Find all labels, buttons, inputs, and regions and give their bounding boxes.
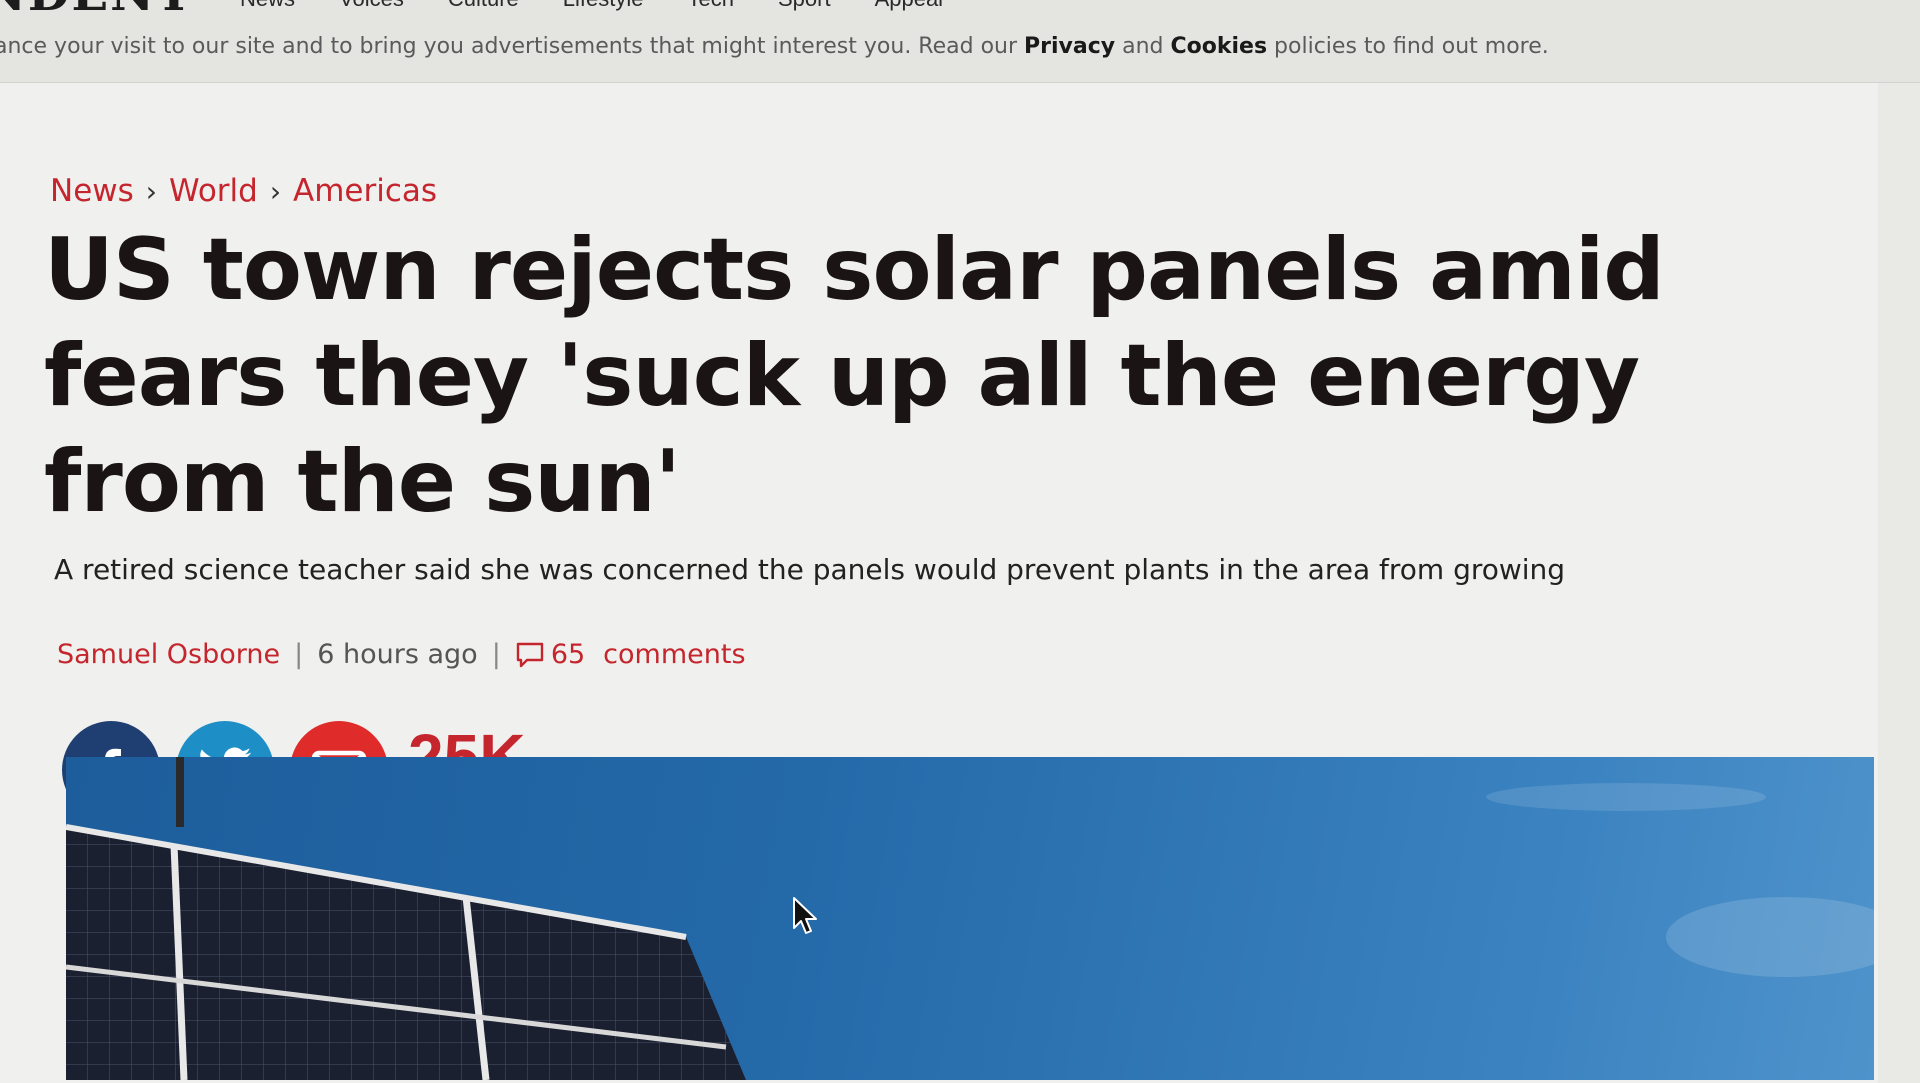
byline-separator: |: [491, 639, 501, 670]
nav-item-voices[interactable]: Voices: [339, 0, 404, 12]
byline-separator: |: [294, 639, 304, 670]
article-headline: US town rejects solar panels amid fears …: [44, 220, 1665, 532]
cookie-notice-end: policies to find out more.: [1267, 34, 1549, 59]
site-logo[interactable]: NDENT: [0, 0, 194, 22]
article-hero-image: [66, 757, 1874, 1080]
main-nav: News Voices Culture Lifestyle Tech Sport…: [240, 0, 943, 12]
comments-link[interactable]: 65 comments: [515, 639, 746, 670]
breadcrumb-americas[interactable]: Americas: [293, 173, 437, 209]
site-header: NDENT News Voices Culture Lifestyle Tech…: [0, 0, 1920, 83]
breadcrumb-news[interactable]: News: [50, 173, 134, 209]
article-standfirst: A retired science teacher said she was c…: [54, 553, 1566, 586]
breadcrumb-separator: ›: [269, 174, 282, 208]
breadcrumb-separator: ›: [145, 174, 157, 208]
nav-item-tech[interactable]: Tech: [687, 0, 733, 12]
comment-count: 65: [550, 639, 586, 670]
author-link[interactable]: Samuel Osborne: [57, 639, 280, 670]
cookie-notice: ance your visit to our site and to bring…: [0, 34, 1549, 59]
privacy-link[interactable]: Privacy: [1024, 34, 1115, 59]
cookie-notice-and: and: [1115, 34, 1171, 59]
breadcrumb: News › World › Americas: [50, 173, 437, 209]
cookies-link[interactable]: Cookies: [1171, 34, 1268, 59]
comment-bubble-icon: [516, 642, 544, 667]
mouse-cursor-icon: [793, 897, 817, 934]
published-time: 6 hours ago: [317, 639, 478, 670]
cookie-notice-text: ance your visit to our site and to bring…: [0, 34, 1025, 59]
nav-item-sport[interactable]: Sport: [778, 0, 831, 12]
nav-item-news[interactable]: News: [240, 0, 295, 12]
byline: Samuel Osborne | 6 hours ago | 65 commen…: [57, 639, 746, 670]
nav-item-lifestyle[interactable]: Lifestyle: [563, 0, 644, 12]
nav-item-appeal[interactable]: Appeal: [875, 0, 944, 12]
comments-label: comments: [603, 639, 746, 670]
breadcrumb-world[interactable]: World: [169, 173, 258, 209]
solar-panel-image: [66, 757, 1874, 1080]
nav-item-culture[interactable]: Culture: [448, 0, 519, 12]
